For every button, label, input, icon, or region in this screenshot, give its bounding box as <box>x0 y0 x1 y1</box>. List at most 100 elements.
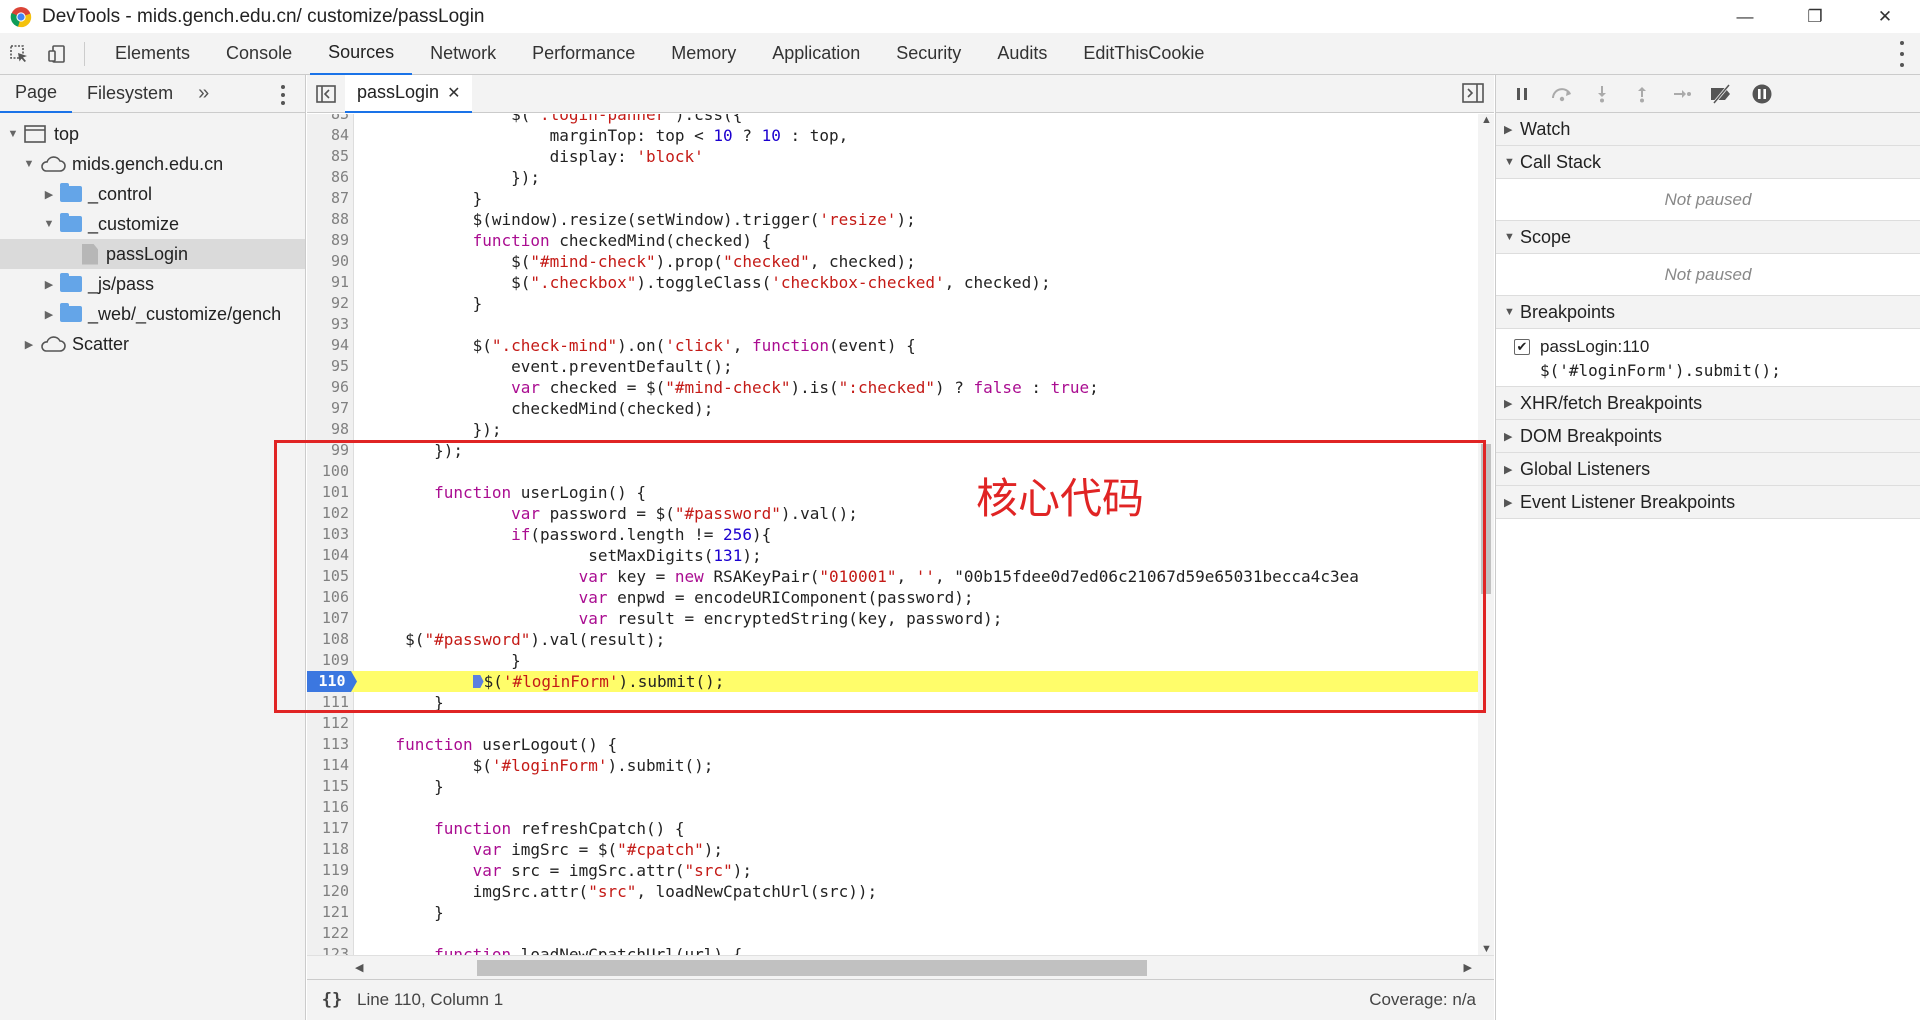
line-number[interactable]: 98 <box>307 419 349 440</box>
code-line[interactable]: 111 } <box>307 692 1478 713</box>
line-number[interactable]: 90 <box>307 251 349 272</box>
code-line[interactable]: 116 <box>307 797 1478 818</box>
line-number[interactable]: 114 <box>307 755 349 776</box>
line-number[interactable]: 94 <box>307 335 349 356</box>
line-number[interactable]: 84 <box>307 125 349 146</box>
tab-application[interactable]: Application <box>754 33 878 75</box>
scroll-right-icon[interactable]: ▶ <box>1464 961 1472 974</box>
code-line[interactable]: 120 imgSrc.attr("src", loadNewCpatchUrl(… <box>307 881 1478 902</box>
tab-console[interactable]: Console <box>208 33 310 75</box>
expanded-arrow-icon[interactable]: ▼ <box>22 157 36 171</box>
code-line[interactable]: 86 }); <box>307 167 1478 188</box>
toggle-navigator-icon[interactable] <box>307 75 345 113</box>
tab-performance[interactable]: Performance <box>514 33 653 75</box>
line-number[interactable]: 100 <box>307 461 349 482</box>
minimize-button[interactable]: — <box>1710 0 1780 33</box>
code-line[interactable]: 93 <box>307 314 1478 335</box>
vertical-scrollbar[interactable]: ▲ ▼ <box>1478 114 1494 955</box>
code-line[interactable]: 117 function refreshCpatch() { <box>307 818 1478 839</box>
line-number[interactable]: 93 <box>307 314 349 335</box>
breakpoint-item[interactable]: ✔ passLogin:110 $('#loginForm').submit()… <box>1496 329 1920 387</box>
vertical-scroll-thumb[interactable] <box>1481 444 1491 594</box>
tab-editthiscookie[interactable]: EditThisCookie <box>1065 33 1222 75</box>
line-number[interactable]: 87 <box>307 188 349 209</box>
line-number[interactable]: 107 <box>307 608 349 629</box>
tree-item-folder[interactable]: ▶ _control <box>0 179 305 209</box>
line-number[interactable]: 113 <box>307 734 349 755</box>
tab-memory[interactable]: Memory <box>653 33 754 75</box>
section-dom-breakpoints[interactable]: ▶ DOM Breakpoints <box>1496 420 1920 453</box>
collapsed-arrow-icon[interactable]: ▶ <box>42 307 56 321</box>
pause-on-exceptions-icon[interactable] <box>1742 75 1782 113</box>
collapsed-arrow-icon[interactable]: ▶ <box>22 337 36 351</box>
code-line[interactable]: 88 $(window).resize(setWindow).trigger('… <box>307 209 1478 230</box>
deactivate-breakpoints-icon[interactable] <box>1702 75 1742 113</box>
step-out-icon[interactable] <box>1622 75 1662 113</box>
line-number[interactable]: 115 <box>307 776 349 797</box>
more-tabs-icon[interactable]: » <box>188 82 219 105</box>
code-line[interactable]: 110 $('#loginForm').submit(); <box>307 671 1478 692</box>
code-line[interactable]: 89 function checkedMind(checked) { <box>307 230 1478 251</box>
line-number[interactable]: 83 <box>307 114 349 125</box>
line-number[interactable]: 89 <box>307 230 349 251</box>
inline-breakpoint-icon[interactable] <box>472 675 484 688</box>
tab-audits[interactable]: Audits <box>979 33 1065 75</box>
pretty-print-button[interactable]: {} <box>307 990 357 1010</box>
close-window-button[interactable]: ✕ <box>1850 0 1920 33</box>
code-line[interactable]: 105 var key = new RSAKeyPair("010001", '… <box>307 566 1478 587</box>
code-line[interactable]: 99 }); <box>307 440 1478 461</box>
line-number[interactable]: 109 <box>307 650 349 671</box>
breakpoint-line-number[interactable]: 110 <box>307 671 357 692</box>
code-line[interactable]: 121 } <box>307 902 1478 923</box>
code-line[interactable]: 101 function userLogin() { <box>307 482 1478 503</box>
horizontal-scrollbar[interactable]: ◀ ▶ <box>307 955 1494 979</box>
tree-item-folder[interactable]: ▼ _customize <box>0 209 305 239</box>
code-line[interactable]: 98 }); <box>307 419 1478 440</box>
line-number[interactable]: 88 <box>307 209 349 230</box>
step-into-icon[interactable] <box>1582 75 1622 113</box>
line-number[interactable]: 99 <box>307 440 349 461</box>
tab-network[interactable]: Network <box>412 33 514 75</box>
step-icon[interactable] <box>1662 75 1702 113</box>
line-number[interactable]: 92 <box>307 293 349 314</box>
expanded-arrow-icon[interactable]: ▼ <box>42 217 56 231</box>
collapsed-arrow-icon[interactable]: ▶ <box>42 277 56 291</box>
customize-menu-icon[interactable] <box>1898 41 1906 67</box>
tab-elements[interactable]: Elements <box>97 33 208 75</box>
section-global-listeners[interactable]: ▶ Global Listeners <box>1496 453 1920 486</box>
code-line[interactable]: 100 <box>307 461 1478 482</box>
code-line[interactable]: 92 } <box>307 293 1478 314</box>
section-xhr-breakpoints[interactable]: ▶ XHR/fetch Breakpoints <box>1496 387 1920 420</box>
line-number[interactable]: 116 <box>307 797 349 818</box>
line-number[interactable]: 95 <box>307 356 349 377</box>
code-line[interactable]: 118 var imgSrc = $("#cpatch"); <box>307 839 1478 860</box>
line-number[interactable]: 105 <box>307 566 349 587</box>
tree-item-domain[interactable]: ▶ Scatter <box>0 329 305 359</box>
code-line[interactable]: 112 <box>307 713 1478 734</box>
code-line[interactable]: 103 if(password.length != 256){ <box>307 524 1478 545</box>
line-number[interactable]: 108 <box>307 629 349 650</box>
tab-filesystem[interactable]: Filesystem <box>72 75 188 113</box>
code-line[interactable]: 94 $(".check-mind").on('click', function… <box>307 335 1478 356</box>
scroll-down-icon[interactable]: ▼ <box>1481 943 1492 955</box>
close-tab-icon[interactable]: ✕ <box>447 83 460 103</box>
pause-icon[interactable] <box>1502 75 1542 113</box>
expanded-arrow-icon[interactable]: ▼ <box>6 127 20 141</box>
tab-page[interactable]: Page <box>0 75 73 113</box>
code-line[interactable]: 107 var result = encryptedString(key, pa… <box>307 608 1478 629</box>
line-number[interactable]: 119 <box>307 860 349 881</box>
line-number[interactable]: 118 <box>307 839 349 860</box>
code-line[interactable]: 115 } <box>307 776 1478 797</box>
inspect-element-icon[interactable] <box>0 33 38 75</box>
code-line[interactable]: 108 $("#password").val(result); <box>307 629 1478 650</box>
toggle-debugger-icon[interactable] <box>1462 83 1484 108</box>
line-number[interactable]: 120 <box>307 881 349 902</box>
line-number[interactable]: 123 <box>307 944 349 955</box>
code-line[interactable]: 122 <box>307 923 1478 944</box>
line-number[interactable]: 85 <box>307 146 349 167</box>
navigator-menu-icon[interactable] <box>281 85 285 105</box>
code-line[interactable]: 91 $(".checkbox").toggleClass('checkbox-… <box>307 272 1478 293</box>
code-line[interactable]: 109 } <box>307 650 1478 671</box>
step-over-icon[interactable] <box>1542 75 1582 113</box>
line-number[interactable]: 86 <box>307 167 349 188</box>
